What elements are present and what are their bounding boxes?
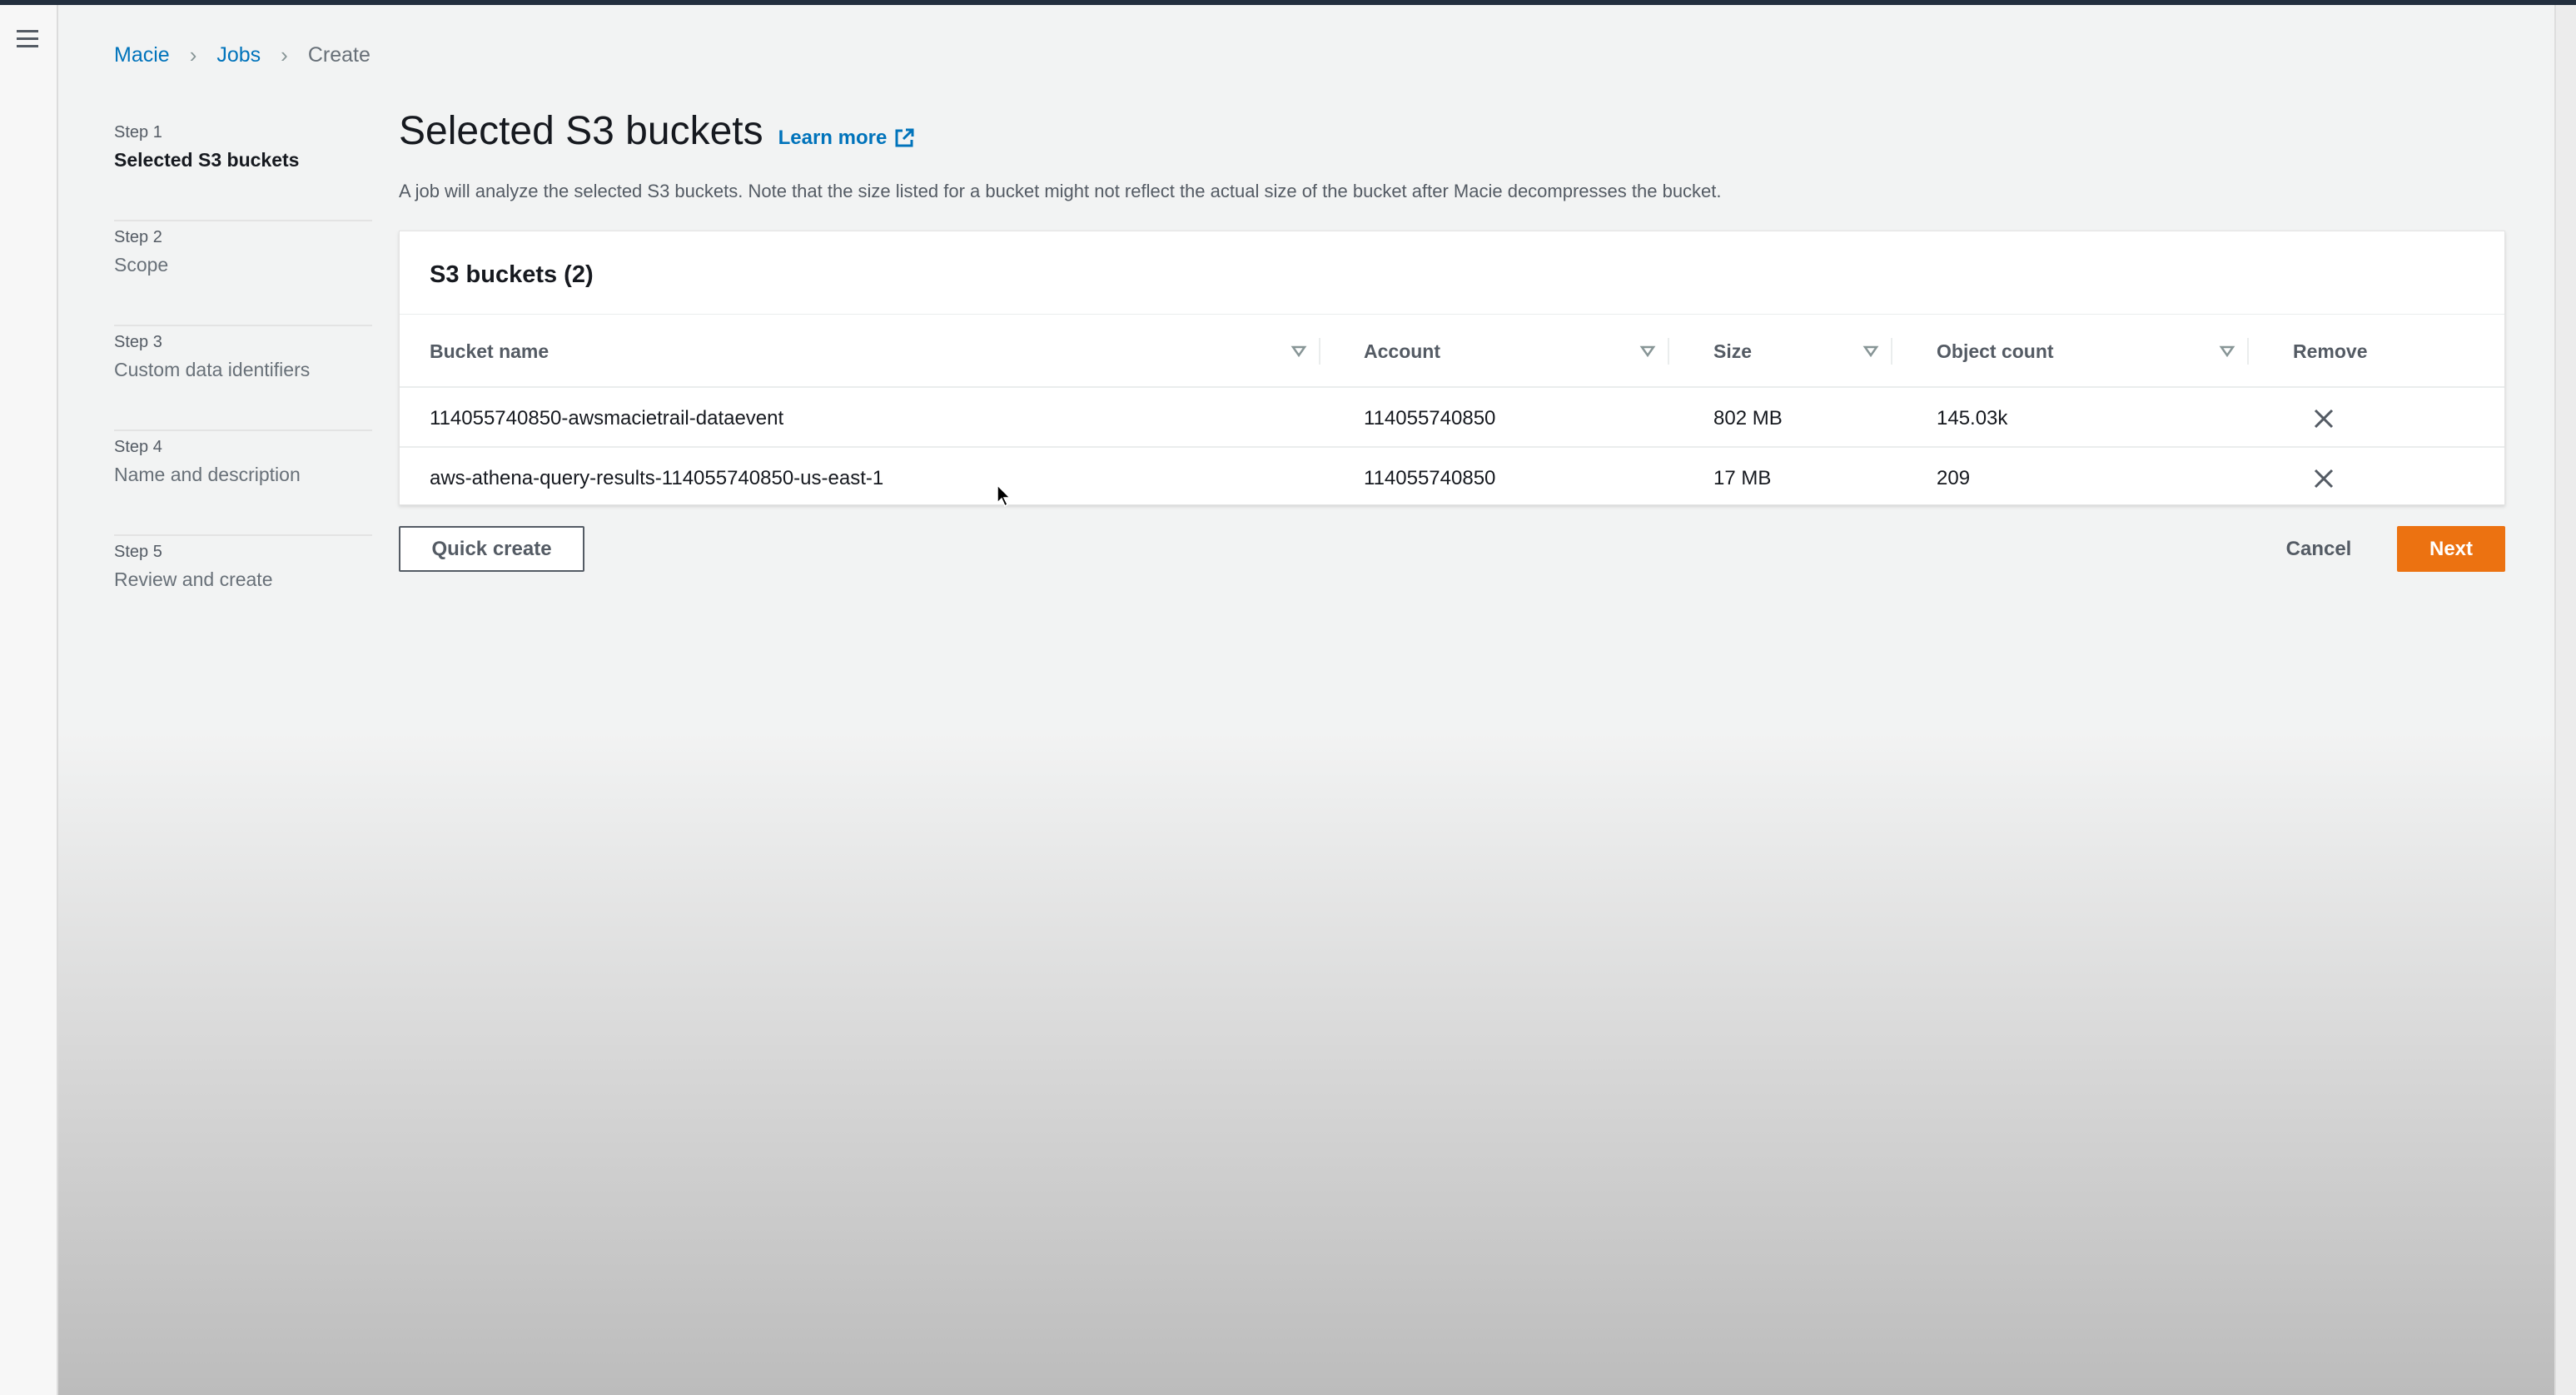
wizard-step-2: Step 2 Scope	[114, 221, 372, 326]
cell-account: 114055740850	[1364, 467, 1496, 489]
cell-account: 114055740850	[1364, 407, 1496, 429]
wizard-steps: Step 1 Selected S3 buckets Step 2 Scope …	[114, 117, 372, 641]
page-description: A job will analyze the selected S3 bucke…	[399, 181, 1722, 201]
page-title: Selected S3 buckets	[399, 109, 763, 153]
right-panel-edge	[2554, 5, 2576, 1395]
learn-more-link[interactable]: Learn more	[778, 127, 916, 150]
step-number: Step 5	[114, 543, 162, 561]
column-divider	[1319, 338, 1320, 365]
column-header-object-count[interactable]: Object count	[1937, 315, 2054, 388]
table-column-headers: Bucket name Account Size Object count Re…	[400, 315, 2504, 388]
step-link-scope[interactable]: Scope	[114, 250, 372, 280]
chevron-right-icon: ›	[189, 42, 197, 67]
step-link-name-and-description[interactable]: Name and description	[114, 459, 372, 489]
cell-object-count: 145.03k	[1937, 407, 2008, 429]
breadcrumb-create: Create	[307, 42, 370, 67]
table-row: aws-athena-query-results-114055740850-us…	[400, 449, 2504, 508]
s3-buckets-table-container: S3 buckets (2) Bucket name Account Size …	[399, 231, 2505, 505]
column-header-bucket-name[interactable]: Bucket name	[430, 315, 549, 388]
column-header-account[interactable]: Account	[1364, 315, 1440, 388]
wizard-step-3: Step 3 Custom data identifiers	[114, 326, 372, 431]
page-header: Selected S3 buckets Learn more	[399, 108, 915, 154]
column-header-remove: Remove	[2293, 340, 2368, 362]
side-navigation-rail	[0, 5, 58, 1395]
cell-size: 17 MB	[1713, 467, 1772, 489]
quick-create-button[interactable]: Quick create	[399, 526, 584, 572]
top-header-bar	[0, 0, 2576, 5]
step-number: Step 4	[114, 438, 162, 456]
chevron-right-icon: ›	[281, 42, 288, 67]
breadcrumb: Macie › Jobs › Create	[114, 42, 370, 68]
step-link-custom-data-identifiers[interactable]: Custom data identifiers	[114, 355, 372, 385]
table-header: S3 buckets (2)	[400, 231, 2504, 315]
cancel-button[interactable]: Cancel	[2265, 526, 2373, 572]
cell-bucket-name: 114055740850-awsmacietrail-dataevent	[430, 407, 784, 429]
close-icon[interactable]	[2313, 468, 2335, 489]
cell-size: 802 MB	[1713, 407, 1783, 429]
column-header-size[interactable]: Size	[1713, 315, 1752, 388]
sort-caret-icon[interactable]	[1290, 343, 1307, 360]
table-title: S3 buckets (2)	[430, 261, 594, 288]
breadcrumb-macie[interactable]: Macie	[114, 43, 170, 67]
step-link-review-and-create[interactable]: Review and create	[114, 564, 372, 594]
wizard-step-1: Step 1 Selected S3 buckets	[114, 117, 372, 221]
step-label: Selected S3 buckets	[114, 149, 300, 171]
next-button[interactable]: Next	[2397, 526, 2505, 572]
menu-icon[interactable]	[17, 30, 38, 48]
wizard-step-4: Step 4 Name and description	[114, 431, 372, 536]
close-icon[interactable]	[2313, 408, 2335, 429]
sort-caret-icon[interactable]	[2219, 343, 2235, 360]
learn-more-label: Learn more	[778, 127, 888, 149]
external-link-icon	[895, 128, 914, 147]
wizard-step-5: Step 5 Review and create	[114, 536, 372, 641]
breadcrumb-jobs[interactable]: Jobs	[216, 43, 261, 67]
sort-caret-icon[interactable]	[1639, 343, 1656, 360]
step-number: Step 1	[114, 123, 162, 141]
step-number: Step 3	[114, 333, 162, 351]
cell-object-count: 209	[1937, 467, 1971, 489]
cell-bucket-name: aws-athena-query-results-114055740850-us…	[430, 467, 884, 489]
column-divider	[1891, 338, 1892, 365]
column-divider	[1668, 338, 1669, 365]
sort-caret-icon[interactable]	[1862, 343, 1879, 360]
column-divider	[2247, 338, 2249, 365]
table-row: 114055740850-awsmacietrail-dataevent 114…	[400, 390, 2504, 448]
step-number: Step 2	[114, 228, 162, 246]
mouse-cursor-icon	[997, 484, 1012, 508]
